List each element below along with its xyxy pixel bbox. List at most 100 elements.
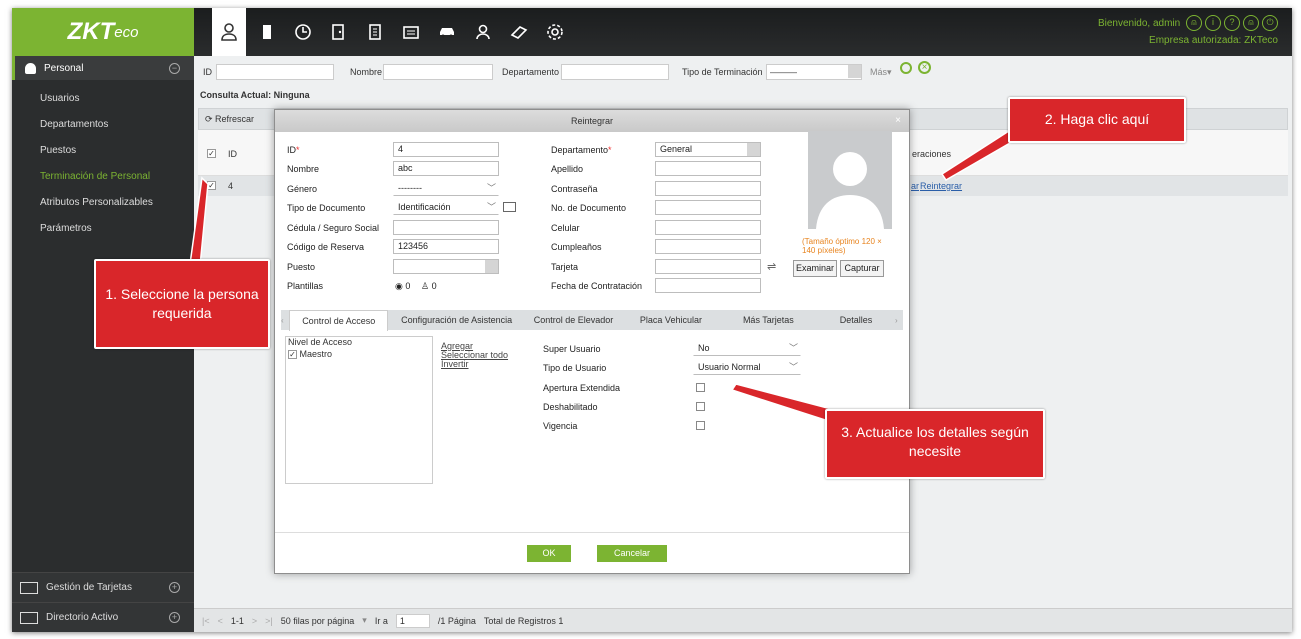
- select-all-checkbox[interactable]: ✓: [207, 149, 216, 158]
- tipo-usuario-select[interactable]: Usuario Normal ﹀: [693, 360, 801, 375]
- expand-icon[interactable]: +: [169, 582, 180, 593]
- access-icon[interactable]: [322, 8, 356, 56]
- super-usuario-select[interactable]: No ﹀: [693, 341, 801, 356]
- cumple-field[interactable]: [655, 239, 761, 254]
- directory-icon: [20, 611, 38, 624]
- power-icon[interactable]: ⏻: [1262, 15, 1278, 32]
- clear-icon[interactable]: ×: [918, 61, 931, 74]
- car-icon[interactable]: [430, 8, 464, 56]
- nodoc-field[interactable]: [655, 200, 761, 215]
- nodoc-label: No. de Documento: [551, 203, 627, 213]
- last-page-icon[interactable]: >|: [265, 616, 273, 626]
- nombre-label: Nombre: [287, 164, 320, 174]
- tipodoc-label: Tipo de Documento: [287, 203, 366, 213]
- patrol-icon[interactable]: [502, 8, 536, 56]
- sidebar-item-atributos[interactable]: Atributos Personalizables: [12, 190, 194, 216]
- tab-placa[interactable]: Placa Vehicular: [622, 310, 719, 330]
- sidebar-item-puestos[interactable]: Puestos: [12, 138, 194, 164]
- expand-icon[interactable]: +: [169, 612, 180, 623]
- prev-page-icon[interactable]: <: [218, 616, 223, 626]
- contrasena-label: Contraseña: [551, 184, 598, 194]
- sidebar-item-parametros[interactable]: Parámetros: [12, 216, 194, 242]
- app-window: ZKT eco Bienvenido, admin ⍝ i? ⍝ ⏻ Empresa a…: [12, 8, 1292, 632]
- apellido-field[interactable]: [655, 161, 761, 176]
- reserva-field[interactable]: 123456: [393, 239, 499, 254]
- vigencia-checkbox[interactable]: [696, 421, 705, 430]
- more-button[interactable]: Más▾: [870, 67, 892, 78]
- folder-icon[interactable]: [394, 8, 428, 56]
- genero-select[interactable]: -------- ﹀: [393, 181, 499, 196]
- puesto-select[interactable]: [393, 259, 499, 274]
- first-page-icon[interactable]: |<: [202, 616, 210, 626]
- collapse-icon[interactable]: −: [169, 62, 180, 74]
- tarjeta-field[interactable]: [655, 259, 761, 274]
- id-card-icon[interactable]: [503, 202, 516, 212]
- tab-detalles[interactable]: Detalles: [817, 310, 895, 330]
- contrasena-field[interactable]: [655, 181, 761, 196]
- cancel-button[interactable]: Cancelar: [597, 545, 667, 562]
- module-label: Gestión de Tarjetas: [46, 582, 132, 593]
- contratacion-field[interactable]: [655, 278, 761, 293]
- tab-scroll-right-icon[interactable]: ›: [895, 316, 903, 325]
- tab-elevador[interactable]: Control de Elevador: [525, 310, 622, 330]
- card-reader-icon[interactable]: ⇌: [767, 260, 776, 273]
- card-door-icon[interactable]: [250, 8, 284, 56]
- close-icon[interactable]: ×: [895, 110, 901, 132]
- tab-asistencia[interactable]: Configuración de Asistencia: [388, 310, 524, 330]
- clock-icon[interactable]: [286, 8, 320, 56]
- invertir-link[interactable]: Invertir: [441, 360, 469, 369]
- face-icon: ♙: [421, 281, 430, 291]
- module-label: Directorio Activo: [46, 612, 119, 623]
- filter-term-select[interactable]: ———: [766, 64, 862, 80]
- depto-select[interactable]: 4General: [655, 142, 761, 157]
- filter-dept-input[interactable]: [561, 64, 669, 80]
- help-icon[interactable]: ?: [1224, 15, 1240, 32]
- settings-icon[interactable]: [538, 8, 572, 56]
- dialog-titlebar: Reintegrar ×: [275, 110, 909, 132]
- tipodoc-select[interactable]: Identificación ﹀: [393, 200, 499, 215]
- visitor-icon[interactable]: [466, 8, 500, 56]
- capturar-button[interactable]: Capturar: [840, 260, 884, 277]
- photo-hint: (Tamaño óptimo 120 × 140 píxeles): [802, 237, 882, 255]
- examinar-button[interactable]: Examinar: [793, 260, 837, 277]
- search-icon[interactable]: [900, 62, 912, 74]
- sidebar-item-usuarios[interactable]: Usuarios: [12, 86, 194, 112]
- user-icon[interactable]: ⍝: [1186, 15, 1202, 32]
- filter-name-input[interactable]: [383, 64, 493, 80]
- next-page-icon[interactable]: >: [252, 616, 257, 626]
- ok-button[interactable]: OK: [527, 545, 571, 562]
- celular-field[interactable]: [655, 220, 761, 235]
- rows-per-page[interactable]: 50 filas por página: [281, 616, 355, 626]
- sidebar-item-terminacion[interactable]: Terminación de Personal: [12, 164, 194, 190]
- tab-scroll-left-icon[interactable]: ‹: [281, 316, 289, 325]
- cedula-field[interactable]: [393, 220, 499, 235]
- building-icon[interactable]: [358, 8, 392, 56]
- nombre-field[interactable]: abc: [393, 161, 499, 176]
- person-icon: [25, 62, 36, 74]
- sidebar-module-directorio[interactable]: Directorio Activo +: [12, 602, 194, 632]
- filter-term-label: Tipo de Terminación: [682, 67, 763, 77]
- apertura-checkbox[interactable]: [696, 383, 705, 392]
- refresh-button[interactable]: ⟳ Refrescar: [205, 114, 254, 125]
- level-item-maestro[interactable]: ✓ Maestro: [288, 349, 432, 359]
- deshabilitado-checkbox[interactable]: [696, 402, 705, 411]
- personnel-icon[interactable]: [212, 8, 246, 56]
- level-checkbox: ✓: [288, 350, 297, 359]
- page-input[interactable]: 1: [395, 613, 430, 628]
- info-icon[interactable]: i: [1205, 15, 1221, 32]
- plantillas-label: Plantillas: [287, 281, 324, 291]
- filter-id-input[interactable]: [216, 64, 334, 80]
- tab-mas-tarjetas[interactable]: Más Tarjetas: [720, 310, 817, 330]
- tab-bar: ‹ Control de Acceso Configuración de Asi…: [281, 309, 903, 331]
- tab-control-acceso[interactable]: Control de Acceso: [289, 309, 389, 331]
- reintegrar-link[interactable]: Reintegrar: [920, 181, 962, 191]
- sidebar-module-tarjetas[interactable]: Gestión de Tarjetas +: [12, 572, 194, 602]
- id-field[interactable]: 4: [393, 142, 499, 157]
- sidebar-module-header[interactable]: Personal −: [12, 56, 194, 80]
- filter-dept-label: Departamento: [502, 67, 560, 77]
- sidebar-item-departamentos[interactable]: Departamentos: [12, 112, 194, 138]
- support-icon[interactable]: ⍝: [1243, 15, 1259, 32]
- rows-dropdown-icon[interactable]: ▾: [362, 615, 367, 626]
- puesto-label: Puesto: [287, 262, 316, 272]
- row-checkbox[interactable]: ✓: [207, 181, 216, 190]
